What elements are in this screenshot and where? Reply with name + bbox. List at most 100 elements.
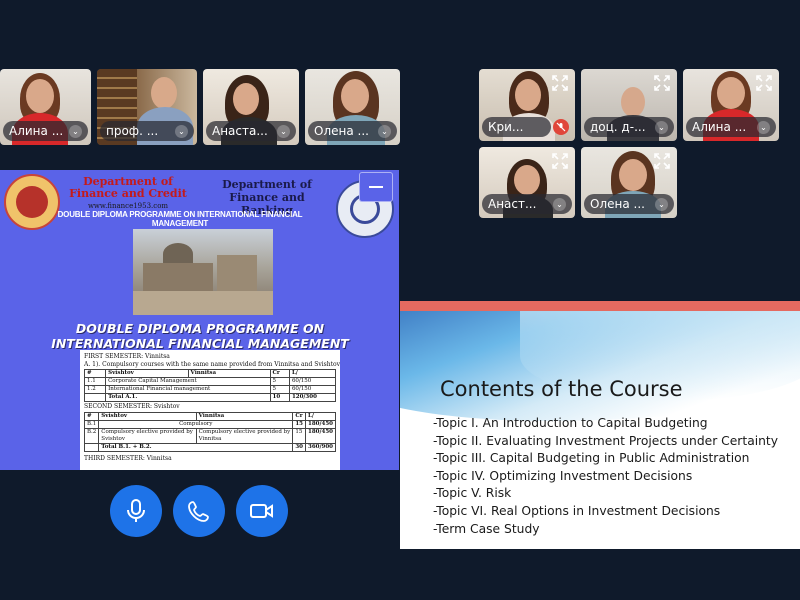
chevron-down-icon[interactable]: ⌄ bbox=[277, 124, 290, 138]
participant-name-bar: Алина ... ⌄ bbox=[3, 121, 88, 141]
header-cell: L/ bbox=[288, 369, 337, 378]
table-cell: 5 bbox=[269, 377, 290, 386]
expand-icon[interactable] bbox=[653, 152, 671, 170]
semester2-table: # Svishtov Vinnitsa Cr L/ B.1 Compulsory… bbox=[83, 411, 336, 452]
table-cell: 60/150 bbox=[288, 385, 337, 394]
camera-icon bbox=[250, 504, 273, 518]
header-cell: Svishtov bbox=[105, 369, 189, 378]
participant-name: Олена ... bbox=[314, 124, 369, 138]
table-cell: 1.1 bbox=[83, 377, 107, 386]
table-cell: B.1 bbox=[83, 419, 100, 429]
shared-screen-right: Contents of the Course -Topic I. An Intr… bbox=[400, 301, 800, 549]
chevron-down-icon[interactable]: ⌄ bbox=[69, 124, 82, 138]
participant-name-bar: Олена ... ⌄ bbox=[584, 194, 674, 214]
chevron-down-icon[interactable]: ⌄ bbox=[757, 120, 770, 134]
participant-name-bar: доц. д-... ⌄ bbox=[584, 117, 674, 137]
participant-tile[interactable]: Алина ... ⌄ bbox=[683, 69, 779, 141]
participant-tile[interactable]: Анаста... ⌄ bbox=[203, 69, 299, 145]
first-semester-label: FIRST SEMESTER: Vinnitsa bbox=[84, 353, 170, 360]
a1-label: A. 1). Compulsory courses with the same … bbox=[84, 360, 340, 368]
list-item: -Topic III. Capital Budgeting in Public … bbox=[433, 451, 750, 466]
minus-icon bbox=[369, 186, 383, 188]
participant-name: Анаста... bbox=[212, 124, 268, 138]
programme-title-line1: DOUBLE DIPLOMA PROGRAMME ON bbox=[75, 321, 325, 336]
table-cell: 120/300 bbox=[288, 393, 337, 402]
dept-left: Department of Finance and Credit www.fin… bbox=[68, 176, 188, 212]
list-item: -Topic VI. Real Options in Investment De… bbox=[433, 503, 721, 518]
participant-tile[interactable]: Анаст... ⌄ bbox=[479, 147, 575, 218]
table-row: B.2 Compulsory elective provided by Svis… bbox=[83, 427, 336, 444]
microphone-icon bbox=[127, 499, 145, 522]
table-cell: Compulsory bbox=[98, 419, 294, 429]
table-cell: International Financial management bbox=[105, 385, 271, 394]
expand-icon[interactable] bbox=[551, 152, 569, 170]
table-cell: 180/450 bbox=[305, 419, 336, 429]
participant-name-bar: проф. ... ⌄ bbox=[100, 121, 194, 141]
participant-name-bar: Анаста... ⌄ bbox=[206, 121, 296, 141]
chevron-down-icon[interactable]: ⌄ bbox=[553, 197, 566, 211]
table-cell: Total B.1. + B.2. bbox=[98, 442, 294, 452]
table-row: 1.1 Corporate Capital Management 5 60/15… bbox=[83, 377, 337, 386]
participant-tile[interactable]: Олена ... ⌄ bbox=[581, 147, 677, 218]
table-cell: 180/450 bbox=[305, 427, 336, 444]
header-cell: L/ bbox=[305, 411, 336, 421]
phone-icon bbox=[188, 501, 209, 522]
table-header-row: # Svishtov Vinnitsa Cr L/ bbox=[83, 369, 337, 378]
participant-name-bar: Кри... bbox=[482, 117, 551, 137]
list-item: -Topic II. Evaluating Investment Project… bbox=[433, 433, 779, 448]
semester1-table: # Svishtov Vinnitsa Cr L/ 1.1 Corporate … bbox=[83, 369, 337, 402]
table-cell: Total A.1. bbox=[105, 393, 271, 402]
table-cell: 10 bbox=[269, 393, 290, 402]
header-cell: # bbox=[83, 411, 100, 421]
list-item: -Topic I. An Introduction to Capital Bud… bbox=[433, 416, 708, 430]
table-cell: 5 bbox=[269, 385, 290, 394]
table-cell bbox=[83, 442, 100, 452]
table-row: B.1 Compulsory 15 180/450 bbox=[83, 419, 336, 429]
programme-title: DOUBLE DIPLOMA PROGRAMME ON INTERNATIONA… bbox=[30, 321, 370, 351]
table-cell: 360/900 bbox=[305, 442, 336, 452]
participant-tile[interactable]: Олена ... ⌄ bbox=[305, 69, 400, 145]
table-cell: Compulsory elective provided by Vinnitsa bbox=[195, 427, 294, 444]
participant-name-bar: Анаст... ⌄ bbox=[482, 194, 572, 214]
participant-name-bar: Алина ... ⌄ bbox=[686, 117, 776, 137]
table-cell: 15 bbox=[292, 419, 306, 429]
table-header-row: # Svishtov Vinnitsa Cr L/ bbox=[83, 411, 336, 421]
table-cell: B.2 bbox=[83, 427, 100, 444]
microphone-button[interactable] bbox=[110, 485, 162, 537]
participant-name: Олена ... bbox=[590, 197, 645, 211]
camera-button[interactable] bbox=[236, 485, 288, 537]
building-photo bbox=[133, 229, 273, 315]
expand-icon[interactable] bbox=[551, 74, 569, 92]
table-row: Total A.1. 10 120/300 bbox=[83, 393, 337, 402]
header-cell: Cr bbox=[269, 369, 290, 378]
expand-icon[interactable] bbox=[755, 74, 773, 92]
table-cell bbox=[83, 393, 107, 402]
chevron-down-icon[interactable]: ⌄ bbox=[175, 124, 188, 138]
table-cell: 30 bbox=[292, 442, 306, 452]
chevron-down-icon[interactable]: ⌄ bbox=[378, 124, 391, 138]
chevron-down-icon[interactable]: ⌄ bbox=[655, 120, 668, 134]
third-semester-label: THIRD SEMESTER: Vinnitsa bbox=[84, 454, 172, 462]
list-item: -Topic IV. Optimizing Investment Decisio… bbox=[433, 468, 693, 483]
call-button[interactable] bbox=[173, 485, 225, 537]
topic-list: -Topic I. An Introduction to Capital Bud… bbox=[433, 415, 778, 538]
list-item: -Topic V. Risk bbox=[433, 486, 512, 501]
participant-tile[interactable]: проф. ... ⌄ bbox=[97, 69, 197, 145]
table-row: Total B.1. + B.2. 30 360/900 bbox=[83, 442, 336, 452]
chevron-down-icon[interactable]: ⌄ bbox=[655, 197, 668, 211]
participant-name: Алина ... bbox=[692, 120, 747, 134]
slide-title: Contents of the Course bbox=[440, 377, 683, 401]
shared-screen-left: Department of Finance and Credit www.fin… bbox=[0, 170, 399, 470]
muted-microphone-icon bbox=[553, 119, 569, 135]
header-cell: Vinnitsa bbox=[187, 369, 271, 378]
second-semester-label: SECOND SEMESTER: Svishtov bbox=[84, 403, 180, 410]
table-cell: Corporate Capital Management bbox=[105, 377, 271, 386]
participant-tile[interactable]: Алина ... ⌄ bbox=[0, 69, 91, 145]
participant-name: Кри... bbox=[488, 120, 524, 134]
minimize-button[interactable] bbox=[359, 172, 393, 202]
participant-tile[interactable]: Кри... bbox=[479, 69, 575, 141]
slide-top-band bbox=[400, 301, 800, 311]
participant-tile[interactable]: доц. д-... ⌄ bbox=[581, 69, 677, 141]
programme-line: DOUBLE DIPLOMA PROGRAMME ON INTERNATIONA… bbox=[57, 210, 303, 228]
expand-icon[interactable] bbox=[653, 74, 671, 92]
